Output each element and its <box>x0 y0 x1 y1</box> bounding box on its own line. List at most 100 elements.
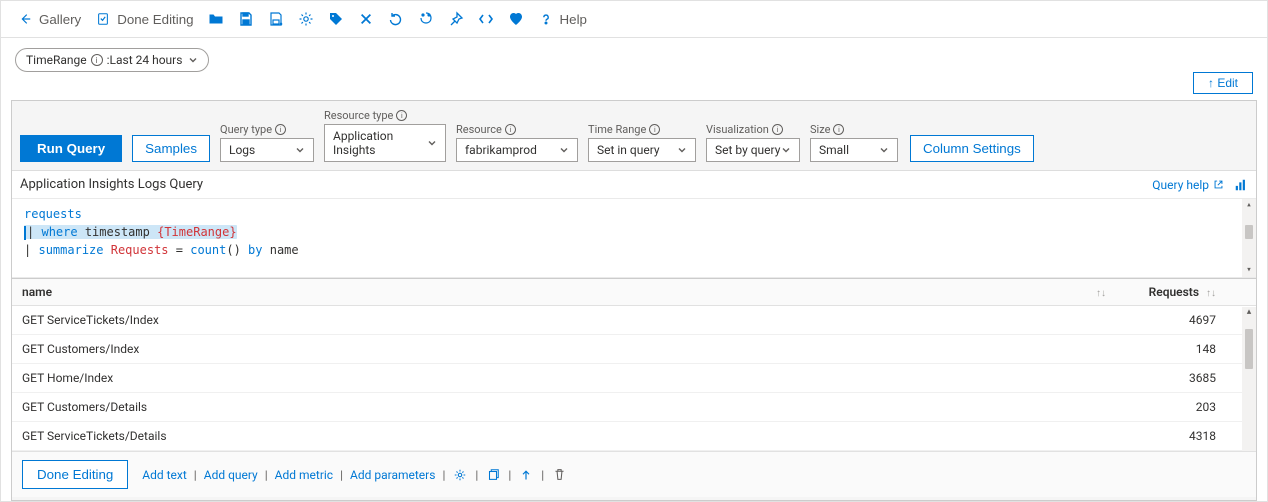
table-row[interactable]: GET Home/Index3685 <box>12 364 1256 393</box>
col-header-name[interactable]: name <box>12 279 1056 306</box>
cell-requests: 203 <box>1116 393 1256 422</box>
col-header-requests[interactable]: Requests ↑↓ <box>1116 279 1256 306</box>
editor-line-2: | where timestamp {TimeRange} <box>24 223 1248 241</box>
resource-type-field: Resource type i Application Insights <box>324 109 446 162</box>
done-editing-footer-button[interactable]: Done Editing <box>22 460 128 489</box>
cell-name: GET ServiceTickets/Details <box>12 422 1056 451</box>
redo-button[interactable] <box>412 7 440 31</box>
cell-name: GET Customers/Details <box>12 393 1056 422</box>
scroll-thumb[interactable] <box>1245 329 1253 369</box>
query-type-label: Query type i <box>220 123 314 136</box>
cell-spacer <box>1056 422 1116 451</box>
scroll-thumb[interactable] <box>1245 225 1253 239</box>
remove-button[interactable] <box>551 467 567 483</box>
edit-row: ↑ Edit <box>1 72 1267 100</box>
done-editing-top-button[interactable]: Done Editing <box>89 7 199 31</box>
info-icon: i <box>833 124 844 135</box>
query-editor[interactable]: requests | where timestamp {TimeRange} |… <box>12 198 1256 278</box>
resource-dropdown[interactable]: fabrikamprod <box>456 138 578 162</box>
chevron-down-icon <box>781 145 791 155</box>
table-row[interactable]: GET Customers/Details 203 <box>12 393 1256 422</box>
column-settings-wrap: Column Settings <box>910 135 1034 162</box>
open-external-icon <box>1213 179 1224 190</box>
query-help-links: Query help <box>1152 178 1248 192</box>
separator: | <box>475 468 478 482</box>
move-up-button[interactable] <box>518 467 534 483</box>
add-text-link[interactable]: Add text <box>142 468 187 482</box>
resource-type-label-text: Resource type <box>324 109 393 122</box>
table-scrollbar[interactable]: ▴ <box>1242 307 1256 451</box>
add-metric-link[interactable]: Add metric <box>275 468 333 482</box>
query-help-label: Query help <box>1152 178 1209 192</box>
chevron-down-icon <box>427 138 437 148</box>
query-title: Application Insights Logs Query <box>20 177 203 192</box>
advanced-editor-button[interactable] <box>472 7 500 31</box>
arrow-left-icon <box>17 11 33 27</box>
kql-where: where <box>41 225 77 239</box>
pin-button[interactable] <box>442 7 470 31</box>
add-query-link[interactable]: Add query <box>204 468 258 482</box>
separator: | <box>508 468 511 482</box>
chart-settings-button[interactable] <box>1234 178 1248 192</box>
info-icon: i <box>91 54 103 66</box>
table-row[interactable]: GET ServiceTickets/Details 4318 <box>12 422 1256 451</box>
gallery-button[interactable]: Gallery <box>11 7 87 31</box>
cell-spacer <box>1056 393 1116 422</box>
save-as-button[interactable] <box>262 7 290 31</box>
add-parameters-link[interactable]: Add parameters <box>350 468 435 482</box>
info-icon: i <box>772 124 783 135</box>
editor-line-1: requests <box>24 205 1248 223</box>
delete-button[interactable] <box>352 7 380 31</box>
cell-requests: 4318 <box>1116 422 1256 451</box>
save-icon <box>238 11 254 27</box>
resource-type-dropdown[interactable]: Application Insights <box>324 124 446 162</box>
cell-requests: 3685 <box>1116 364 1256 393</box>
favorite-button[interactable] <box>502 7 530 31</box>
scroll-up-arrow: ▴ <box>1246 199 1251 213</box>
resource-label-text: Resource <box>456 123 502 136</box>
advanced-settings-button[interactable] <box>452 467 468 483</box>
open-button[interactable] <box>202 7 230 31</box>
chevron-down-icon <box>295 145 305 155</box>
cell-spacer <box>1056 306 1116 335</box>
col-header-sort-spacer[interactable]: ↑↓ <box>1056 279 1116 306</box>
table-row[interactable]: GET Customers/Index148 <box>12 335 1256 364</box>
time-range-label: Time Range i <box>588 123 696 136</box>
resource-label: Resource i <box>456 123 578 136</box>
save-button[interactable] <box>232 7 260 31</box>
info-icon: i <box>275 124 286 135</box>
time-range-dropdown[interactable]: Set in query <box>588 138 696 162</box>
chevron-down-icon <box>879 145 889 155</box>
run-query-button[interactable]: Run Query <box>20 135 122 162</box>
query-help-link[interactable]: Query help <box>1152 178 1224 192</box>
sort-icon: ↑↓ <box>1206 288 1216 299</box>
kql-pipe: | <box>24 243 31 257</box>
editor-scrollbar[interactable]: ▴ ▾ <box>1242 199 1256 277</box>
column-settings-button[interactable]: Column Settings <box>910 135 1034 162</box>
chevron-down-icon <box>677 145 687 155</box>
tag-button[interactable] <box>322 7 350 31</box>
undo-button[interactable] <box>382 7 410 31</box>
table-row[interactable]: GET ServiceTickets/Index4697 <box>12 306 1256 335</box>
time-range-pill[interactable]: TimeRange i : Last 24 hours <box>15 48 209 72</box>
query-type-dropdown[interactable]: Logs <box>220 138 314 162</box>
time-range-field: Time Range i Set in query <box>588 123 696 162</box>
size-dropdown[interactable]: Small <box>810 138 898 162</box>
query-toolbar: Run Query Samples Query type i Logs Reso… <box>12 101 1256 171</box>
visualization-dropdown[interactable]: Set by query <box>706 138 800 162</box>
editor-line-3: | summarize Requests = count() by name <box>24 241 1248 259</box>
size-value: Small <box>819 143 849 157</box>
done-editing-icon <box>95 11 111 27</box>
settings-button[interactable] <box>292 7 320 31</box>
folder-icon <box>208 11 224 27</box>
gallery-label: Gallery <box>39 12 81 27</box>
edit-button[interactable]: ↑ Edit <box>1193 72 1253 94</box>
undo-icon <box>388 11 404 27</box>
kql-summarize: summarize <box>38 243 103 257</box>
time-range-key: TimeRange <box>26 53 87 67</box>
clone-button[interactable] <box>485 467 501 483</box>
samples-button[interactable]: Samples <box>132 135 210 162</box>
col-header-requests-label: Requests <box>1149 285 1199 299</box>
time-range-dd-value: Set in query <box>597 143 660 157</box>
help-button[interactable]: Help <box>532 7 593 31</box>
